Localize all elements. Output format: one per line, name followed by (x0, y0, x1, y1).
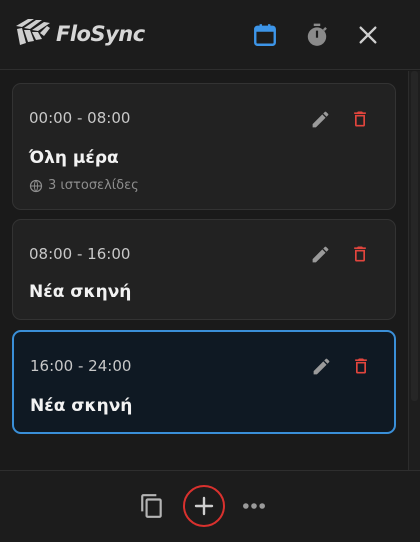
edit-button[interactable] (308, 353, 334, 379)
scene-list[interactable]: 00:00 - 08:00 Όλη μέρα 3 ιστοσελίδες 08:… (0, 71, 408, 470)
scene-time: 00:00 - 08:00 (29, 109, 131, 127)
pencil-icon (312, 246, 328, 262)
scene-card[interactable]: 08:00 - 16:00 Νέα σκηνή (12, 219, 396, 320)
pencil-icon (312, 111, 328, 127)
close-icon (359, 26, 377, 44)
timer-button[interactable] (302, 20, 332, 50)
delete-button[interactable] (348, 353, 374, 379)
more-icon (243, 503, 265, 509)
delete-button[interactable] (347, 241, 373, 267)
scene-card[interactable]: 00:00 - 08:00 Όλη μέρα 3 ιστοσελίδες (12, 83, 396, 210)
scene-name: Όλη μέρα (29, 148, 119, 168)
scene-name: Νέα σκηνή (30, 396, 133, 416)
scene-website-count: 3 ιστοσελίδες (29, 178, 139, 193)
scene-time: 08:00 - 16:00 (29, 245, 131, 263)
trash-icon (354, 246, 366, 262)
copy-button[interactable] (137, 491, 167, 521)
trash-icon (355, 358, 367, 374)
add-icon (194, 496, 214, 516)
timer-icon (307, 23, 327, 46)
trash-icon (354, 111, 366, 127)
copy-icon (141, 494, 162, 518)
scene-time: 16:00 - 24:00 (30, 357, 132, 375)
calendar-icon (254, 24, 276, 46)
scene-card-selected[interactable]: 16:00 - 24:00 Νέα σκηνή (12, 330, 396, 434)
more-button[interactable] (239, 491, 269, 521)
scrollbar-thumb[interactable] (411, 71, 418, 401)
scene-name: Νέα σκηνή (29, 282, 132, 302)
delete-button[interactable] (347, 106, 373, 132)
edit-button[interactable] (307, 106, 333, 132)
scene-sub-label: 3 ιστοσελίδες (48, 178, 139, 193)
footer-toolbar (0, 470, 420, 542)
scrollbar[interactable] (408, 71, 420, 470)
app-brand: FloSync (56, 22, 145, 46)
pencil-icon (313, 358, 329, 374)
edit-button[interactable] (307, 241, 333, 267)
add-scene-button[interactable] (183, 485, 225, 527)
globe-icon (29, 179, 43, 192)
app-header: FloSync (0, 0, 420, 70)
calendar-button[interactable] (250, 20, 280, 50)
close-button[interactable] (353, 20, 383, 50)
flosync-logo-icon (16, 19, 50, 45)
